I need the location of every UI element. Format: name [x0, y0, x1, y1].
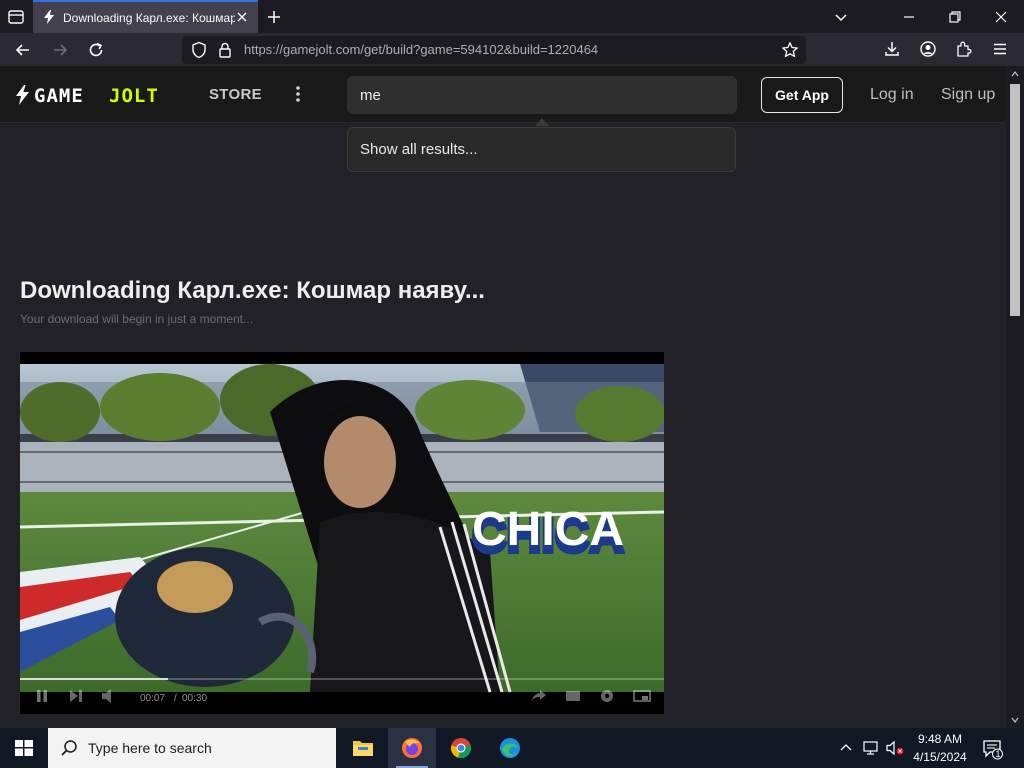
video-player[interactable]: CHICA CHICA 00:07 / 00:30 — [20, 352, 664, 714]
extensions-icon[interactable] — [955, 40, 973, 58]
chevron-down-icon[interactable] — [833, 9, 849, 25]
reload-icon[interactable] — [87, 41, 105, 59]
chrome-icon — [450, 737, 472, 759]
video-time-separator: / — [174, 693, 177, 704]
tab-list-icon[interactable] — [6, 7, 26, 27]
scroll-down-arrow-icon[interactable] — [1011, 716, 1019, 724]
gamejolt-bolt-icon — [41, 9, 57, 25]
restore-icon[interactable] — [947, 9, 963, 25]
account-icon[interactable] — [919, 40, 937, 58]
lock-icon[interactable] — [218, 42, 232, 58]
fullscreen-icon[interactable] — [632, 688, 652, 704]
new-tab-icon[interactable] — [266, 9, 282, 25]
start-button[interactable] — [0, 728, 48, 768]
video-progress-fill — [20, 678, 169, 680]
search-dropdown: Show all results... — [347, 127, 736, 172]
taskbar-firefox[interactable] — [388, 728, 436, 768]
url-host: https://gamejolt.com — [244, 42, 361, 57]
taskbar-clock-date[interactable]: 4/15/2024 — [903, 750, 977, 765]
notification-count: 1 — [995, 749, 1001, 759]
video-duration: 00:30 — [182, 693, 208, 704]
taskbar-chrome[interactable] — [437, 728, 485, 768]
settings-gear-icon[interactable] — [598, 688, 616, 704]
url-bar[interactable]: https://gamejolt.com/get/build?game=5941… — [182, 36, 806, 64]
video-progress-bar[interactable] — [20, 678, 664, 680]
login-link[interactable]: Log in — [870, 86, 914, 104]
page-subtitle: Your download will begin in just a momen… — [20, 312, 254, 326]
volume-icon[interactable] — [100, 688, 118, 704]
taskbar-edge[interactable] — [486, 728, 534, 768]
svg-text:JOLT: JOLT — [109, 85, 159, 106]
skip-next-icon[interactable] — [68, 688, 86, 704]
shield-icon[interactable] — [191, 41, 207, 59]
volume-muted-icon[interactable] — [885, 740, 905, 756]
windows-logo-icon — [15, 740, 33, 756]
show-all-results-link[interactable]: Show all results... — [360, 141, 478, 159]
forward-icon[interactable] — [51, 41, 69, 59]
file-explorer-icon — [352, 738, 374, 758]
edge-icon — [499, 737, 521, 759]
pause-icon[interactable] — [34, 688, 50, 704]
minimize-icon[interactable] — [901, 9, 917, 25]
page-scrollbar[interactable] — [1006, 66, 1024, 728]
taskbar-file-explorer[interactable] — [339, 728, 387, 768]
search-icon — [60, 739, 78, 757]
star-icon[interactable] — [781, 41, 799, 59]
taskbar-clock-time[interactable]: 9:48 AM — [903, 732, 977, 747]
video-current-time: 00:07 — [140, 693, 166, 704]
taskbar-search-placeholder: Type here to search — [88, 740, 212, 756]
browser-tab-active[interactable]: Downloading Карл.exe: Кошмар наяву... — [33, 0, 258, 33]
svg-text:GAME: GAME — [34, 85, 84, 106]
get-app-button[interactable]: Get App — [761, 77, 843, 113]
close-tab-icon[interactable] — [236, 11, 248, 23]
share-icon[interactable] — [530, 688, 548, 704]
scroll-up-arrow-icon[interactable] — [1011, 70, 1019, 78]
back-icon[interactable] — [14, 41, 32, 59]
firefox-icon — [401, 737, 423, 759]
page-title: Downloading Карл.exe: Кошмар наяву... — [20, 277, 485, 304]
url-path: /get/build?game=594102&build=1220464 — [360, 42, 599, 57]
close-window-icon[interactable] — [993, 9, 1009, 25]
chevron-up-icon[interactable] — [839, 741, 853, 755]
video-caption: CHICA — [472, 503, 624, 556]
url-text[interactable]: https://gamejolt.com/get/build?game=5941… — [244, 42, 598, 58]
watch-later-icon[interactable] — [564, 688, 582, 704]
more-vertical-icon[interactable] — [290, 83, 306, 105]
taskbar-search-box[interactable]: Type here to search — [48, 728, 336, 768]
search-input[interactable] — [347, 76, 737, 114]
download-icon[interactable] — [883, 40, 901, 58]
dropdown-caret — [535, 118, 549, 126]
scrollbar-thumb[interactable] — [1010, 84, 1020, 316]
tab-title: Downloading Карл.exe: Кошмар наяву... — [63, 11, 235, 25]
notifications-icon[interactable]: 1 — [982, 738, 1004, 760]
signup-link[interactable]: Sign up — [941, 86, 995, 104]
hamburger-menu-icon[interactable] — [991, 40, 1009, 58]
network-icon[interactable] — [862, 740, 880, 756]
store-link[interactable]: STORE — [209, 86, 262, 104]
gamejolt-logo[interactable]: GAME JOLT — [14, 84, 180, 106]
